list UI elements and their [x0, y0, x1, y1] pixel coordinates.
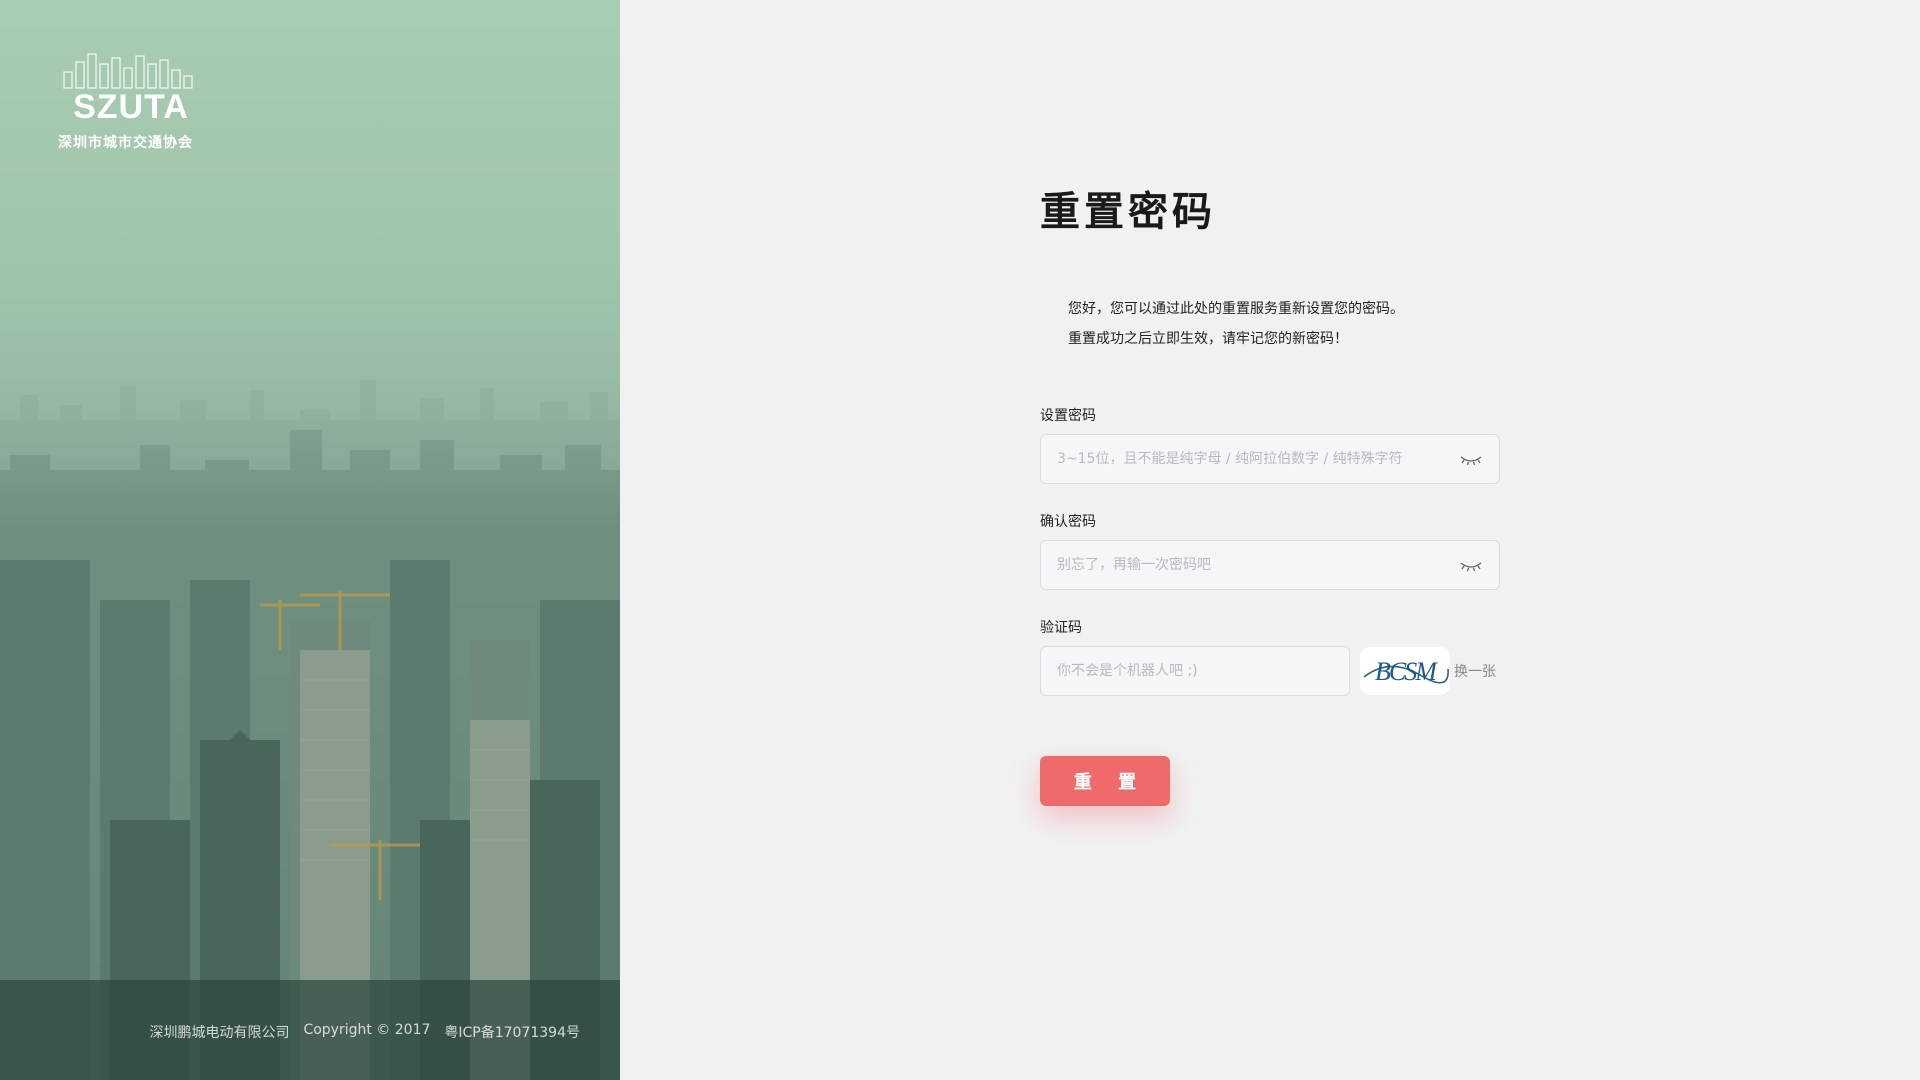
captcha-row: BCSM 换一张 [1040, 646, 1500, 696]
intro-line: 您好，您可以通过此处的重置服务重新设置您的密码。 [1068, 301, 1404, 317]
captcha-input[interactable] [1041, 647, 1349, 695]
password-input[interactable] [1041, 435, 1499, 483]
password-input-wrapper [1040, 434, 1500, 484]
captcha-label: 验证码 [1040, 620, 1082, 636]
reset-password-page: SZUTA 深圳市城市交通协会 深圳鹏城电动有限公司 Copyright © 2… [0, 0, 1920, 1080]
confirm-password-field: 确认密码 [1040, 512, 1500, 590]
confirm-password-input-wrapper [1040, 540, 1500, 590]
footer-company: 深圳鹏城电动有限公司 [149, 1025, 290, 1041]
logo-subtitle: 深圳市城市交通协会 [58, 135, 193, 151]
eye-closed-icon[interactable] [1459, 452, 1483, 468]
form-fields: 设置密码 确认密码 验证码 你不会是个机器人吧 ;) BCSM 换一张 [1040, 406, 1500, 696]
captcha-code: BCSM [1375, 657, 1438, 686]
footer-copyright: Copyright © 2017 [303, 1022, 431, 1038]
szuta-logo-mark: SZUTA [63, 53, 193, 122]
footer-icp[interactable]: 粤ICP备17071394号 [444, 1022, 580, 1042]
intro-text: 您好，您可以通过此处的重置服务重新设置您的密码。 重置成功之后立即生效，请牢记您… [1040, 294, 1500, 354]
refresh-captcha-link[interactable]: 换一张 [1454, 661, 1496, 681]
page-title: 重置密码 [1040, 189, 1216, 235]
reset-password-form: 重置密码 您好，您可以通过此处的重置服务重新设置您的密码。 重置成功之后立即生效… [1040, 180, 1500, 806]
password-field: 设置密码 [1040, 406, 1500, 484]
logo-wordmark: SZUTA [73, 88, 189, 122]
intro-line: 重置成功之后立即生效，请牢记您的新密码！ [1068, 331, 1348, 347]
reset-button[interactable]: 重 置 [1040, 756, 1170, 806]
brand-logo: SZUTA 深圳市城市交通协会 [58, 50, 208, 152]
footer: 深圳鹏城电动有限公司 Copyright © 2017 粤ICP备1707139… [0, 1022, 580, 1042]
city-background-panel: SZUTA 深圳市城市交通协会 深圳鹏城电动有限公司 Copyright © 2… [0, 0, 620, 1080]
confirm-password-label: 确认密码 [1040, 514, 1096, 530]
captcha-image[interactable]: BCSM [1360, 647, 1450, 695]
captcha-field: 验证码 BCSM 换一张 [1040, 618, 1500, 696]
confirm-password-input[interactable] [1041, 541, 1499, 589]
eye-closed-icon[interactable] [1459, 558, 1483, 574]
captcha-input-wrapper [1040, 646, 1350, 696]
password-label: 设置密码 [1040, 408, 1096, 424]
